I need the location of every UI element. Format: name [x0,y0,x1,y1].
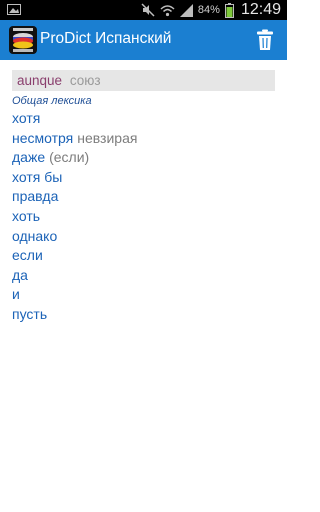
status-bar-right: 84% 12:49 [141,0,281,20]
battery-icon [224,2,234,18]
headword: aunque [17,73,63,88]
status-bar: 84% 12:49 [0,0,287,20]
translation-word[interactable]: даже [12,149,45,165]
clock: 12:49 [240,1,281,18]
list-item: да [12,266,275,286]
translation-word[interactable]: пусть [12,306,47,322]
prodict-logo-icon[interactable] [9,26,37,54]
translation-word[interactable]: однако [12,228,57,244]
app-title: ProDict Испанский [40,30,172,47]
category-label: Общая лексика [12,95,92,107]
dictionary-entry: aunque союз Общая лексика хотя несмотря не… [12,70,275,325]
translation-word[interactable]: да [12,267,28,283]
translation-word[interactable]: правда [12,188,58,204]
wifi-icon [160,4,175,16]
list-item: хоть [12,207,275,227]
headword-row: aunque союз [12,70,275,91]
translation-word[interactable]: хоть [12,208,40,224]
list-item: несмотря невзирая [12,129,275,149]
translation-word[interactable]: несмотря [12,130,73,146]
translation-word[interactable]: и [12,286,20,302]
list-item: хотя бы [12,168,275,188]
list-item: если [12,246,275,266]
list-item: правда [12,187,275,207]
list-item: однако [12,227,275,247]
translation-note: (если) [49,149,90,166]
list-item: хотя [12,109,275,129]
mute-icon [141,3,155,17]
list-item: пусть [12,305,275,325]
battery-percent: 84% [197,4,220,16]
translation-word[interactable]: хотя бы [12,169,62,185]
translation-note: невзирая [77,129,138,146]
translation-list: хотя несмотря невзирая даже (если) хотя бы пра… [12,109,275,325]
translation-word[interactable]: если [12,247,43,263]
trash-icon[interactable] [255,29,275,51]
gallery-icon [7,4,21,15]
list-item: даже (если) [12,148,275,168]
translation-word[interactable]: хотя [12,110,40,126]
app-bar: ProDict Испанский [0,20,287,60]
part-of-speech: союз [69,73,101,88]
signal-icon [179,3,193,17]
list-item: и [12,285,275,305]
